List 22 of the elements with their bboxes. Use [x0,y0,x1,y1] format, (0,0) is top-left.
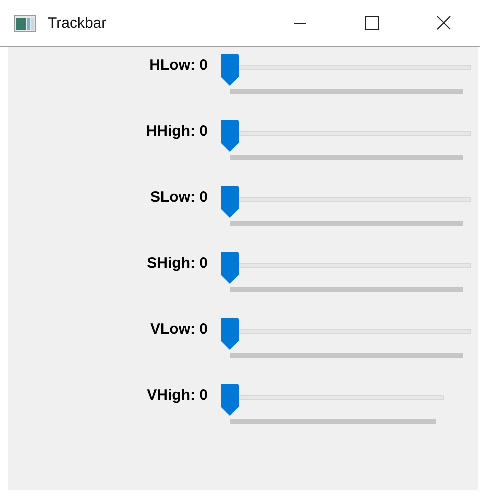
maximize-icon [365,16,379,30]
slider[interactable] [221,186,471,218]
trackbar-label: SHigh: 0 [147,255,208,273]
slider-thumb[interactable] [221,54,239,86]
slider-thumb[interactable] [221,318,239,350]
trackbar-label: VHigh: 0 [147,387,208,405]
trackbar-label: VLow: 0 [150,321,208,339]
slider[interactable] [221,120,471,152]
trackbar-label: HHigh: 0 [146,123,208,141]
slider[interactable] [221,318,471,350]
slider-thumb[interactable] [221,186,239,218]
slider-thumb[interactable] [221,384,239,416]
window-title: Trackbar [48,14,107,32]
slider[interactable] [221,252,471,284]
slider[interactable] [221,384,444,416]
close-icon [437,16,451,30]
slider[interactable] [221,54,471,86]
trackbar-label: HLow: 0 [150,57,208,75]
slider-thumb[interactable] [221,120,239,152]
slider-thumb[interactable] [221,252,239,284]
trackbar-label: SLow: 0 [150,189,208,207]
app-icon [14,14,36,32]
